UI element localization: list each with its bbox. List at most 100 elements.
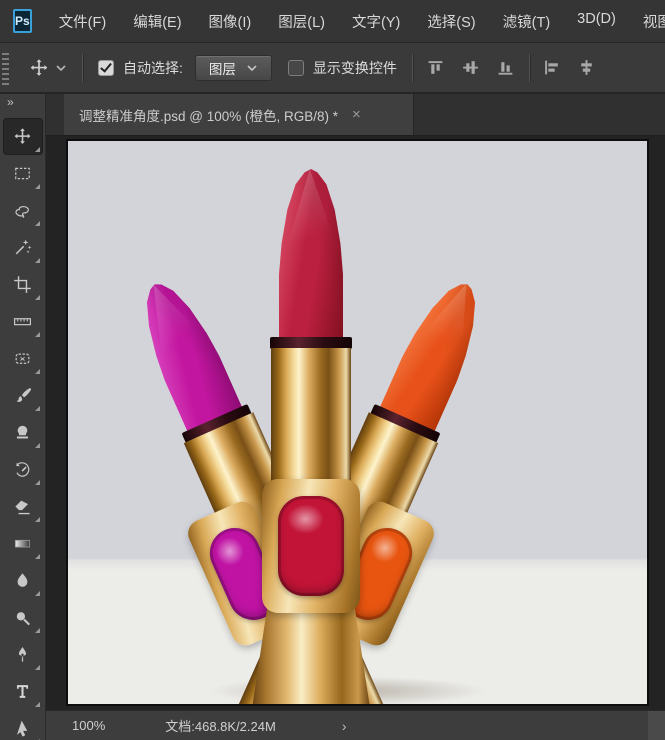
- tool-flyout-indicator: [35, 295, 40, 300]
- brush-tool[interactable]: [3, 377, 43, 414]
- type-icon: [13, 682, 32, 701]
- align-horizontal-centers-icon: [577, 58, 596, 77]
- lipstick-red-cap: [262, 479, 360, 613]
- tool-flyout-indicator: [35, 628, 40, 633]
- document-size-info: 文档:468.8K/2.24M: [165, 716, 276, 735]
- path-selection-tool[interactable]: [3, 710, 43, 740]
- type-tool[interactable]: [3, 673, 43, 710]
- tool-flyout-indicator: [35, 147, 40, 152]
- menu-item-6[interactable]: 选择(S): [427, 11, 475, 32]
- tool-flyout-indicator: [35, 665, 40, 670]
- photoshop-logo: Ps: [13, 9, 32, 33]
- blur-icon: [13, 571, 32, 590]
- show-transform-checkbox[interactable]: [288, 60, 304, 76]
- dodge-icon: [13, 608, 32, 627]
- patch-icon: [13, 349, 32, 368]
- align-left-edges-button[interactable]: [542, 58, 561, 77]
- crop-tool[interactable]: [3, 266, 43, 303]
- options-bar: 自动选择: 图层 显示变换控件: [0, 43, 665, 94]
- options-bar-grip-handle[interactable]: [2, 51, 9, 85]
- menu-item-2[interactable]: 编辑(E): [133, 11, 181, 32]
- align-group-2: [542, 58, 596, 77]
- menu-bar: Ps 文件(F) 编辑(E) 图像(I) 图层(L) 文字(Y) 选择(S) 滤镜(T) 3D…: [0, 0, 665, 43]
- menu-item-4[interactable]: 图层(L): [278, 11, 325, 32]
- pen-tool[interactable]: [3, 636, 43, 673]
- status-expand-chevron-icon[interactable]: ›: [342, 718, 347, 734]
- tool-flyout-indicator: [35, 480, 40, 485]
- auto-select-target-dropdown[interactable]: 图层: [195, 55, 272, 81]
- lipstick-red-bullet: [279, 169, 343, 339]
- crop-icon: [13, 275, 32, 294]
- align-top-edges-button[interactable]: [426, 58, 445, 77]
- lipstick-orange-bullet: [379, 272, 495, 433]
- tools-panel: »: [0, 94, 46, 740]
- lasso-tool[interactable]: [3, 192, 43, 229]
- tool-flyout-indicator: [35, 702, 40, 707]
- canvas-image[interactable]: [66, 139, 649, 706]
- show-transform-label: 显示变换控件: [313, 58, 397, 78]
- gradient-icon: [13, 534, 32, 553]
- tool-flyout-indicator: [35, 517, 40, 522]
- rectangular-marquee-tool[interactable]: [3, 155, 43, 192]
- tool-flyout-indicator: [35, 258, 40, 263]
- tool-flyout-indicator: [35, 443, 40, 448]
- tools-list: [3, 118, 43, 740]
- menu-item-5[interactable]: 文字(Y): [352, 11, 400, 32]
- menu-item-3[interactable]: 图像(I): [209, 11, 252, 32]
- gradient-tool[interactable]: [3, 525, 43, 562]
- tool-flyout-indicator: [35, 332, 40, 337]
- status-bar: 100% 文档:468.8K/2.24M ›: [46, 710, 665, 740]
- align-horizontal-centers-button[interactable]: [577, 58, 596, 77]
- clone-stamp-tool[interactable]: [3, 414, 43, 451]
- menu-bar-items: 文件(F) 编辑(E) 图像(I) 图层(L) 文字(Y) 选择(S) 滤镜(T) 3D(D)…: [59, 11, 665, 32]
- document-tab-title: 调整精准角度.psd @ 100% (橙色, RGB/8) *: [79, 105, 338, 125]
- dodge-tool[interactable]: [3, 599, 43, 636]
- lasso-icon: [13, 201, 32, 220]
- tool-flyout-indicator: [35, 184, 40, 189]
- menu-item-7[interactable]: 滤镜(T): [503, 11, 551, 32]
- options-divider: [412, 54, 413, 82]
- options-divider: [529, 54, 530, 82]
- align-left-edges-icon: [542, 58, 561, 77]
- move-icon: [29, 58, 49, 78]
- align-bottom-edges-button[interactable]: [496, 58, 515, 77]
- patch-tool[interactable]: [3, 340, 43, 377]
- auto-select-label: 自动选择:: [123, 58, 183, 78]
- menu-item-8[interactable]: 3D(D): [577, 11, 616, 32]
- move-tool[interactable]: [3, 118, 43, 155]
- active-tool-preview[interactable]: [29, 58, 66, 78]
- auto-select-checkbox[interactable]: [98, 60, 114, 76]
- menu-item-9[interactable]: 视图(V): [643, 11, 665, 32]
- document-tab[interactable]: 调整精准角度.psd @ 100% (橙色, RGB/8) * ×: [64, 94, 414, 135]
- magic-wand-tool[interactable]: [3, 229, 43, 266]
- align-vertical-centers-icon: [461, 58, 480, 77]
- blur-tool[interactable]: [3, 562, 43, 599]
- tool-flyout-indicator: [35, 221, 40, 226]
- history-brush-icon: [13, 460, 32, 479]
- document-tab-bar: 调整精准角度.psd @ 100% (橙色, RGB/8) * ×: [46, 94, 665, 136]
- auto-select-target-value: 图层: [209, 58, 236, 78]
- history-brush-tool[interactable]: [3, 451, 43, 488]
- lipstick-red-base: [252, 607, 370, 706]
- canvas-pasteboard: [46, 136, 665, 710]
- chevron-down-icon: [247, 65, 257, 71]
- eraser-tool[interactable]: [3, 488, 43, 525]
- move-icon: [13, 127, 32, 146]
- menu-item-1[interactable]: 文件(F): [59, 11, 107, 32]
- magic-wand-icon: [13, 238, 32, 257]
- lipstick-red-gem: [278, 496, 344, 596]
- ruler-icon: [13, 312, 32, 331]
- ruler-tool[interactable]: [3, 303, 43, 340]
- tool-flyout-indicator: [35, 406, 40, 411]
- tool-flyout-indicator: [35, 554, 40, 559]
- clone-stamp-icon: [13, 423, 32, 442]
- tab-close-icon[interactable]: ×: [352, 106, 361, 123]
- align-vertical-centers-button[interactable]: [461, 58, 480, 77]
- tools-panel-collapse-button[interactable]: »: [0, 94, 45, 109]
- path-selection-icon: [13, 719, 32, 738]
- photoshop-window: Ps 文件(F) 编辑(E) 图像(I) 图层(L) 文字(Y) 选择(S) 滤镜(T) 3D…: [0, 0, 665, 740]
- zoom-level-field[interactable]: 100%: [72, 718, 105, 733]
- pen-icon: [13, 645, 32, 664]
- eraser-icon: [13, 497, 32, 516]
- options-divider: [82, 54, 83, 82]
